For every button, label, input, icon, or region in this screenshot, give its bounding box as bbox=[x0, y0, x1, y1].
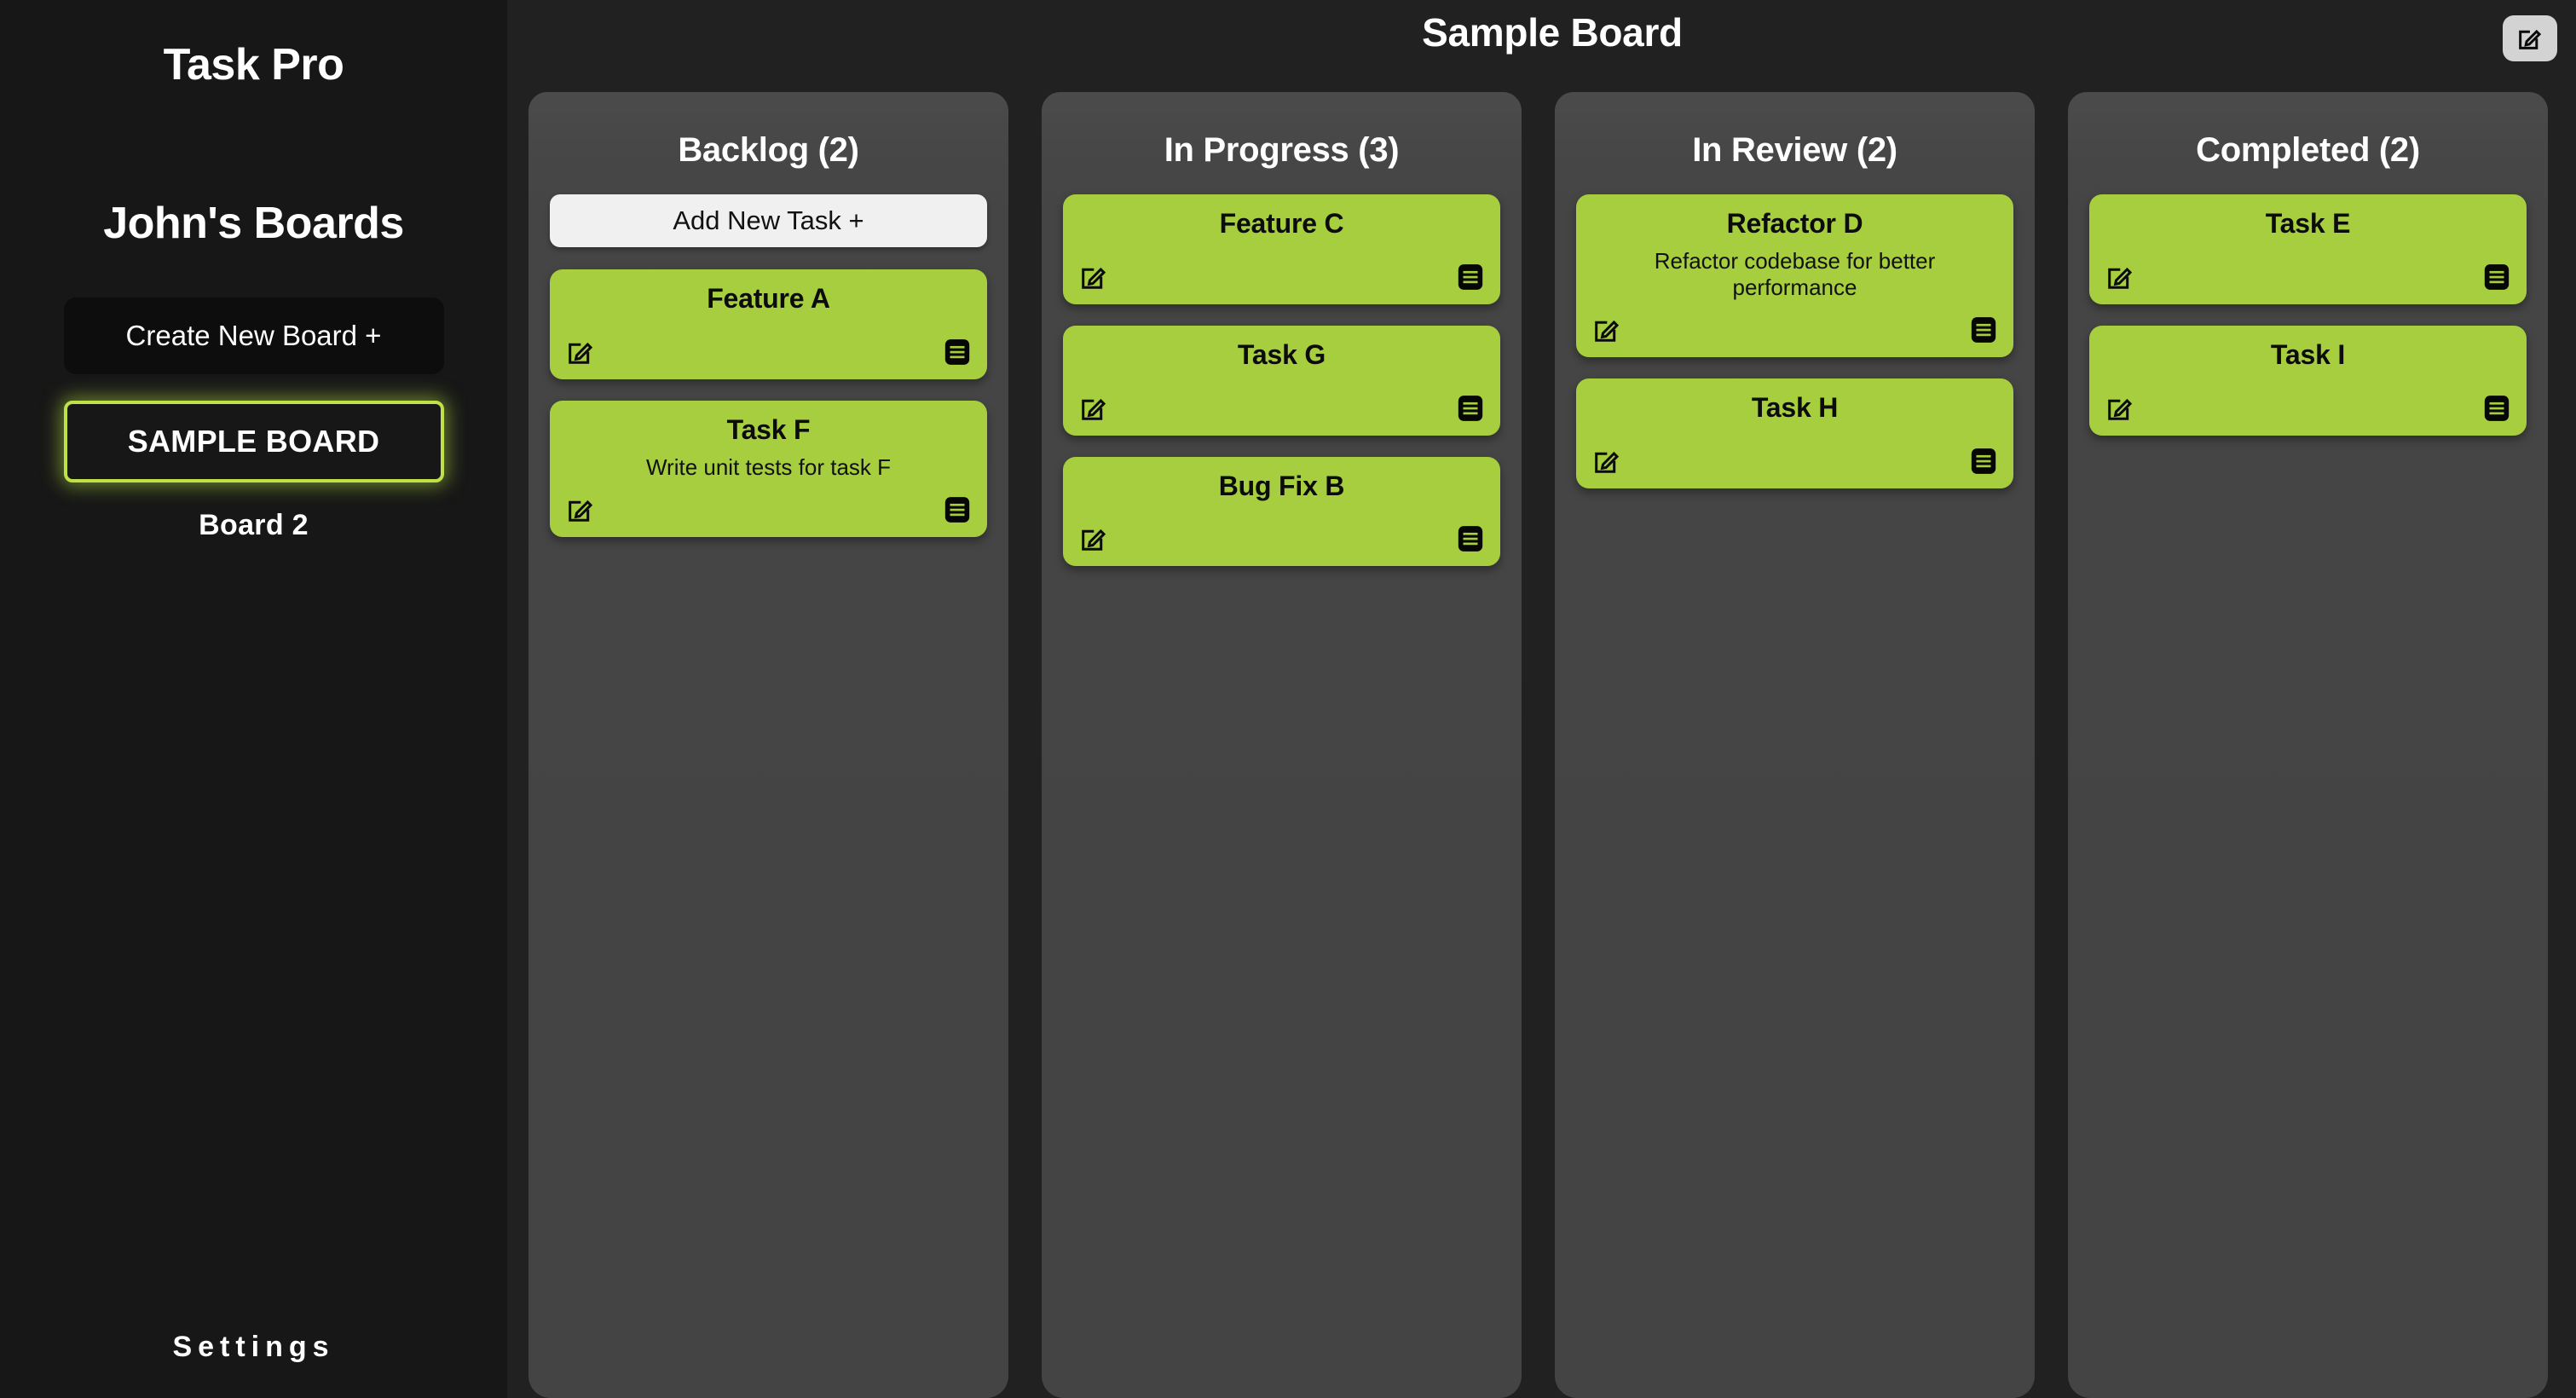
task-card-actions bbox=[2105, 371, 2511, 424]
column-title: Backlog (2) bbox=[678, 131, 859, 169]
task-card-actions bbox=[1591, 424, 1998, 477]
list-menu-icon[interactable] bbox=[1456, 394, 1485, 423]
task-card-title: Feature C bbox=[1219, 208, 1344, 239]
task-card[interactable]: Refactor D Refactor codebase for better p… bbox=[1576, 194, 2013, 358]
list-menu-icon[interactable] bbox=[2482, 263, 2511, 292]
column-title: In Progress (3) bbox=[1164, 131, 1400, 169]
task-card-title: Feature A bbox=[707, 283, 830, 314]
task-card[interactable]: Task H bbox=[1576, 378, 2013, 488]
list-menu-icon[interactable] bbox=[2482, 394, 2511, 423]
card-list: Task E Task I bbox=[2089, 194, 2527, 436]
card-list: Feature A Task F Write unit tests for task… bbox=[550, 269, 987, 537]
task-card[interactable]: Feature A bbox=[550, 269, 987, 379]
edit-square-icon bbox=[2515, 24, 2544, 53]
app-title: Task Pro bbox=[163, 40, 344, 90]
board-title: Sample Board bbox=[1422, 10, 1683, 55]
card-list: Feature C Task G Bug Fix B bbox=[1063, 194, 1500, 567]
task-card[interactable]: Feature C bbox=[1063, 194, 1500, 304]
edit-square-icon[interactable] bbox=[2105, 393, 2135, 424]
add-new-task-button[interactable]: Add New Task + bbox=[550, 194, 987, 247]
boards-heading: John's Boards bbox=[103, 199, 404, 248]
task-card[interactable]: Task I bbox=[2089, 325, 2527, 436]
task-card-description: Write unit tests for task F bbox=[645, 453, 892, 480]
task-card-title: Task I bbox=[2270, 338, 2346, 370]
kanban-column: Backlog (2) Add New Task + Feature A Task F… bbox=[528, 92, 1008, 1398]
main-content: Sample Board Backlog (2) Add New Task + Fe… bbox=[507, 0, 2576, 1398]
app-root: Task Pro John's Boards Create New Board … bbox=[0, 0, 2576, 1398]
task-card-title: Bug Fix B bbox=[1218, 470, 1345, 501]
task-card-actions bbox=[1591, 301, 1998, 345]
task-card-title: Task E bbox=[2265, 208, 2351, 239]
task-card-actions bbox=[565, 481, 972, 525]
task-card-actions bbox=[2105, 240, 2511, 292]
task-card-actions bbox=[1078, 501, 1485, 554]
edit-square-icon[interactable] bbox=[565, 494, 596, 525]
edit-square-icon[interactable] bbox=[1591, 315, 1622, 345]
edit-square-icon[interactable] bbox=[1591, 446, 1622, 477]
list-menu-icon[interactable] bbox=[1969, 447, 1998, 476]
sidebar-board-item-board-2[interactable]: Board 2 bbox=[64, 494, 444, 556]
list-menu-icon[interactable] bbox=[1969, 315, 1998, 344]
kanban-columns: Backlog (2) Add New Task + Feature A Task F… bbox=[528, 92, 2576, 1398]
edit-square-icon[interactable] bbox=[2105, 262, 2135, 292]
list-menu-icon[interactable] bbox=[943, 495, 972, 524]
task-card-title: Refactor D bbox=[1726, 208, 1863, 239]
sidebar-board-item-sample-board[interactable]: SAMPLE BOARD bbox=[63, 401, 444, 482]
task-card-title: Task F bbox=[726, 413, 811, 445]
task-card[interactable]: Task F Write unit tests for task F bbox=[550, 400, 987, 537]
task-card-description: Refactor codebase for better performance bbox=[1654, 247, 1936, 300]
task-card-actions bbox=[1078, 240, 1485, 292]
task-card-actions bbox=[1078, 371, 1485, 424]
list-menu-icon[interactable] bbox=[1456, 524, 1485, 553]
edit-square-icon[interactable] bbox=[565, 337, 596, 367]
task-card-title: Task H bbox=[1751, 392, 1839, 424]
sidebar: Task Pro John's Boards Create New Board … bbox=[0, 0, 507, 1398]
kanban-column: In Review (2) Refactor D Refactor codebase… bbox=[1555, 92, 2035, 1398]
list-menu-icon[interactable] bbox=[1456, 263, 1485, 292]
create-new-board-button[interactable]: Create New Board + bbox=[63, 298, 444, 374]
task-card-actions bbox=[565, 315, 972, 367]
board-list: SAMPLE BOARD Board 2 bbox=[63, 401, 444, 556]
edit-square-icon[interactable] bbox=[1078, 262, 1109, 292]
settings-link[interactable]: Settings bbox=[0, 1331, 507, 1364]
card-list: Refactor D Refactor codebase for better p… bbox=[1576, 194, 2013, 488]
list-menu-icon[interactable] bbox=[943, 338, 972, 367]
edit-square-icon[interactable] bbox=[1078, 393, 1109, 424]
column-title: Completed (2) bbox=[2196, 131, 2420, 169]
task-card[interactable]: Task E bbox=[2089, 194, 2527, 304]
task-card[interactable]: Bug Fix B bbox=[1063, 456, 1500, 567]
column-title: In Review (2) bbox=[1692, 131, 1897, 169]
kanban-column: In Progress (3) Feature C Task G Bug Fix B bbox=[1042, 92, 1522, 1398]
edit-square-icon[interactable] bbox=[1078, 523, 1109, 554]
edit-board-button[interactable] bbox=[2503, 15, 2557, 61]
task-card-title: Task G bbox=[1237, 338, 1326, 370]
board-header: Sample Board bbox=[528, 0, 2576, 92]
task-card[interactable]: Task G bbox=[1063, 325, 1500, 436]
kanban-column: Completed (2) Task E Task I bbox=[2068, 92, 2548, 1398]
